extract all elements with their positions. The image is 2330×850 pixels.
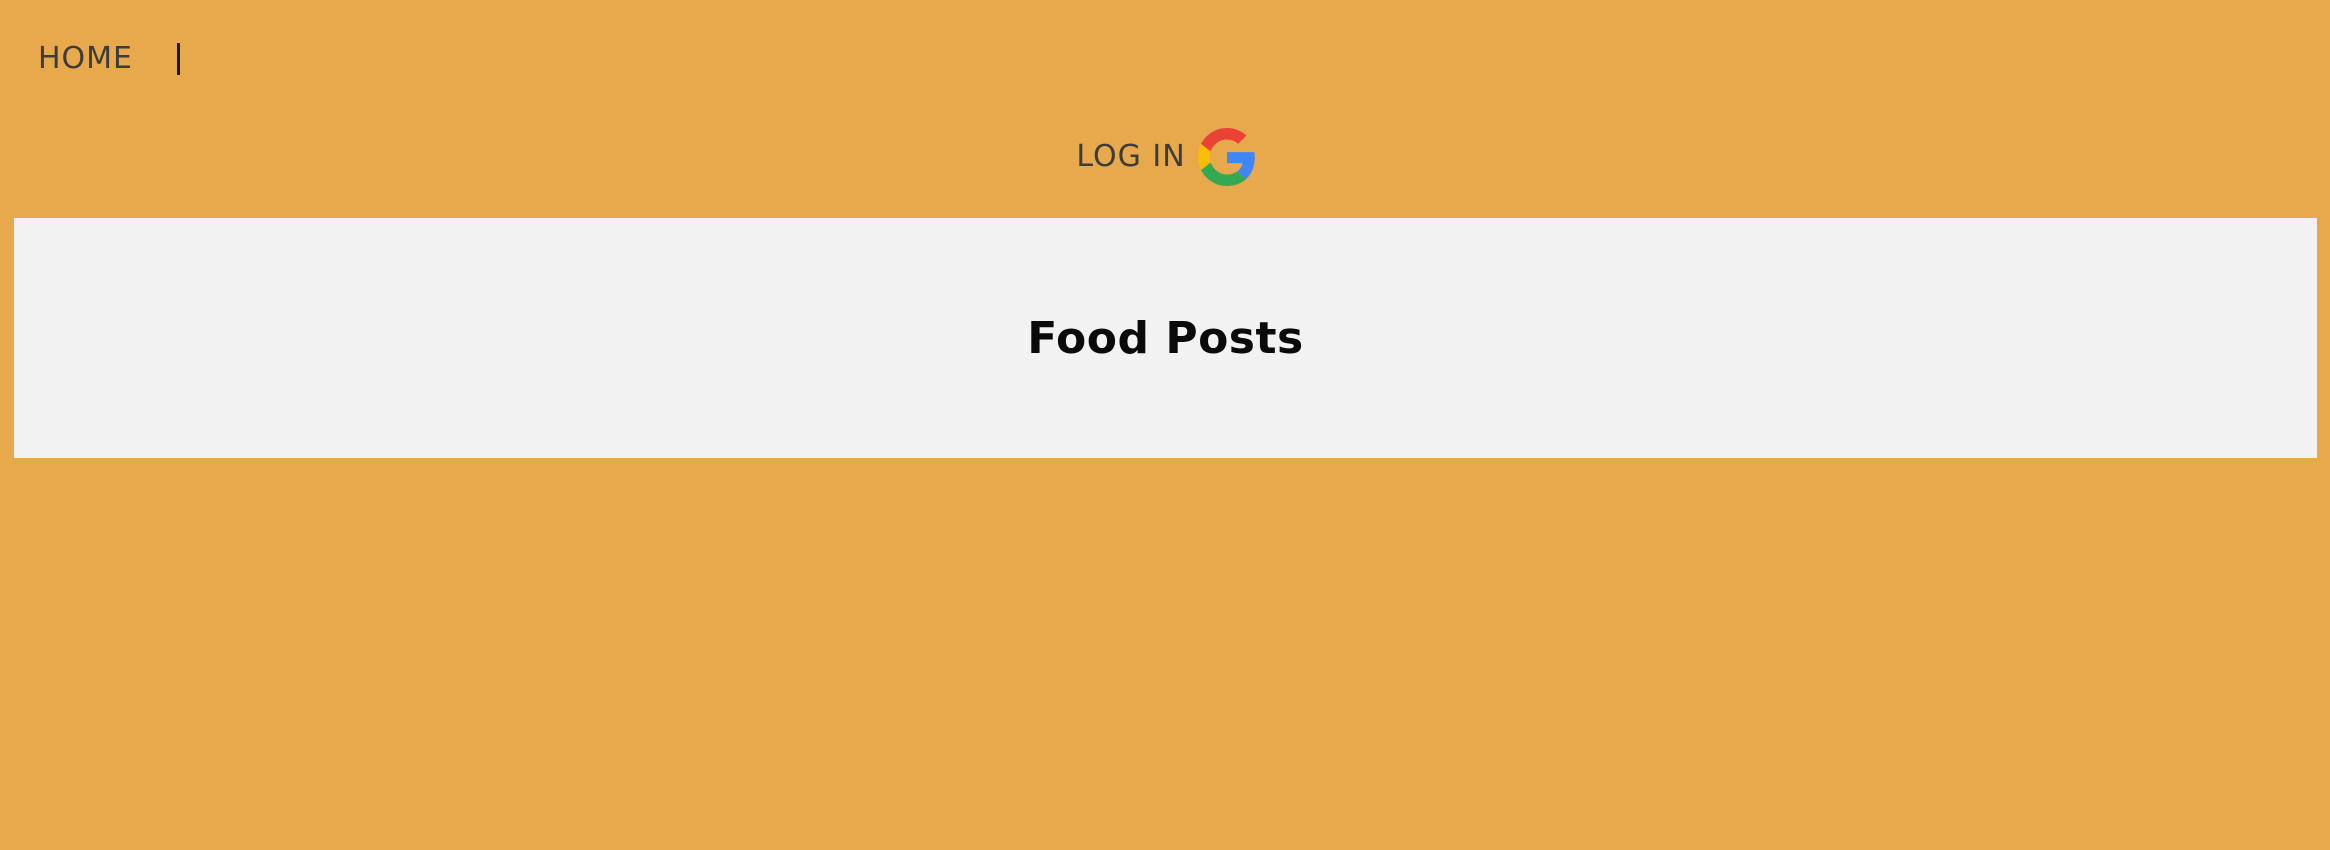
nav-home-link[interactable]: HOME: [38, 44, 133, 74]
page-banner: Food Posts: [14, 218, 2317, 458]
nav-separator: [177, 43, 181, 75]
google-icon: [1197, 128, 1255, 186]
login-bar: LOG IN: [0, 128, 2330, 186]
login-label: LOG IN: [1076, 139, 1186, 174]
page-title: Food Posts: [1027, 312, 1304, 364]
google-login-button[interactable]: LOG IN: [1076, 128, 1255, 186]
top-nav: HOME: [38, 38, 181, 80]
